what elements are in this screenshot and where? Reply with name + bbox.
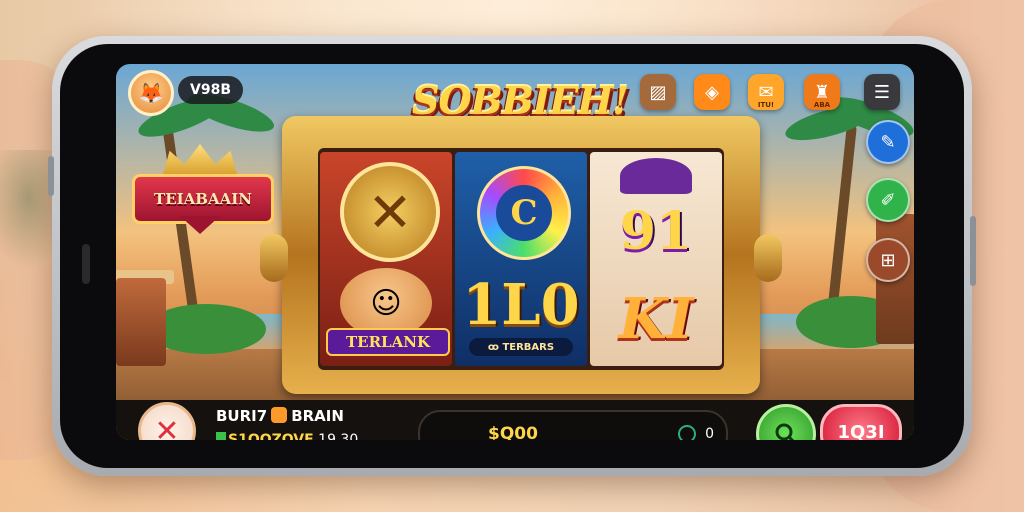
game-banner[interactable]: TEIABAAIN bbox=[132, 144, 274, 234]
map-icon[interactable]: ▨ bbox=[640, 74, 676, 110]
reel-1[interactable]: ✕ ☺ TERLANK bbox=[320, 152, 452, 366]
phone-bezel: 🦊 V98B SOBBIEH! ▨ ◈ ✉ ITU! ♜ ABA ☰ ✎ ✐ ⊞… bbox=[60, 44, 964, 468]
close-icon: ✕ bbox=[154, 413, 180, 441]
crown-icon bbox=[162, 144, 238, 178]
shop-icon[interactable]: ♜ ABA bbox=[804, 74, 840, 110]
reel-window: ✕ ☺ TERLANK C 1L0 ꝏ TERBARS 91 KI bbox=[318, 148, 724, 370]
number-symbol: 91 bbox=[619, 200, 693, 262]
big-number-symbol: 1L0 bbox=[462, 272, 580, 338]
power-button bbox=[970, 216, 976, 286]
player-stats: S1OOZOVE 19.30 bbox=[216, 432, 358, 440]
player-stats-left: S1OOZOVE bbox=[228, 432, 314, 440]
reel-3[interactable]: 91 KI bbox=[590, 152, 722, 366]
ring-letter: C bbox=[496, 185, 552, 241]
bet-field[interactable]: $Q00 0 bbox=[418, 410, 728, 440]
rainbow-ring-symbol: C bbox=[477, 166, 571, 260]
letter-symbol: KI bbox=[618, 286, 694, 352]
reel-frame: ✕ ☺ TERLANK C 1L0 ꝏ TERBARS 91 KI bbox=[260, 116, 782, 394]
player-stats-right: 19.30 bbox=[318, 432, 359, 440]
spin-button[interactable]: 1Q3I bbox=[820, 404, 902, 440]
chat-label: ITU! bbox=[757, 101, 775, 109]
crossed-swords-symbol: ✕ bbox=[340, 162, 440, 262]
edit-icon[interactable]: ✎ bbox=[866, 120, 910, 164]
reel-2-sub-label: ꝏ TERBARS bbox=[469, 338, 573, 356]
stall bbox=[116, 278, 166, 366]
frame-knob-right bbox=[754, 234, 782, 282]
player-avatar[interactable]: 🦊 bbox=[128, 70, 174, 116]
menu-icon[interactable]: ☰ bbox=[864, 74, 900, 110]
pencil-icon[interactable]: ✐ bbox=[866, 178, 910, 222]
player-name-right: BRAIN bbox=[291, 407, 344, 425]
stat-bar-icon bbox=[216, 432, 226, 440]
search-icon bbox=[775, 423, 795, 440]
volume-button bbox=[48, 156, 54, 196]
bet-count: 0 bbox=[705, 426, 714, 440]
reel-1-word-symbol: TERLANK bbox=[326, 328, 450, 356]
banner-tail bbox=[180, 216, 220, 234]
balance-display: V98B bbox=[178, 76, 243, 104]
coin-icon bbox=[678, 425, 696, 440]
bet-amount: $Q00 bbox=[488, 424, 538, 440]
player-name: BURI7 BRAIN bbox=[216, 407, 344, 425]
shop-label: ABA bbox=[813, 101, 831, 109]
phone-speaker bbox=[82, 244, 90, 284]
frame-knob-left bbox=[260, 234, 288, 282]
gift-icon[interactable]: ◈ bbox=[694, 74, 730, 110]
chip-icon bbox=[271, 407, 288, 423]
phone-device: 🦊 V98B SOBBIEH! ▨ ◈ ✉ ITU! ♜ ABA ☰ ✎ ✐ ⊞… bbox=[48, 36, 976, 476]
chat-icon[interactable]: ✉ ITU! bbox=[748, 74, 784, 110]
hat-character-symbol bbox=[620, 158, 692, 194]
player-name-left: BURI7 bbox=[216, 407, 268, 425]
stats-icon[interactable]: ⊞ bbox=[866, 238, 910, 282]
reel-2[interactable]: C 1L0 ꝏ TERBARS bbox=[455, 152, 587, 366]
game-screen: 🦊 V98B SOBBIEH! ▨ ◈ ✉ ITU! ♜ ABA ☰ ✎ ✐ ⊞… bbox=[116, 64, 914, 440]
